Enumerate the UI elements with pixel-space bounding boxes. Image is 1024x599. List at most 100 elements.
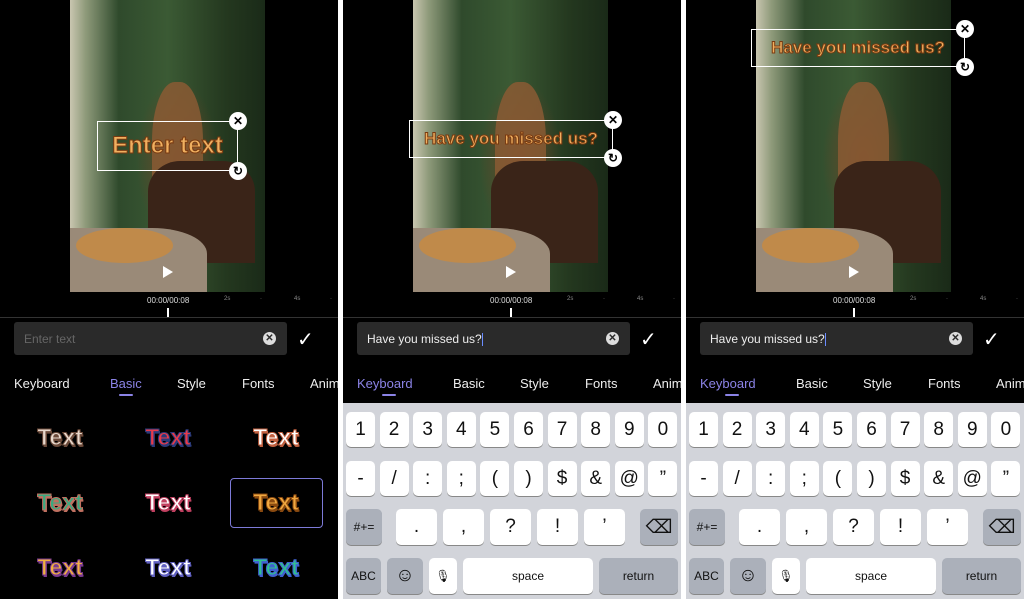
text-style-option[interactable]: Text — [226, 424, 326, 451]
timeline[interactable]: 00:00/00:08 2s · 4s · — [686, 292, 1024, 318]
text-style-option[interactable]: Text — [10, 424, 110, 451]
text-style-option[interactable]: Text — [118, 554, 218, 581]
rotate-icon[interactable]: ↻ — [604, 149, 622, 167]
text-overlay-box[interactable]: Have you missed us? — [409, 120, 613, 158]
text-style-option[interactable]: Text — [226, 554, 326, 581]
delete-key-icon[interactable]: ⌫ — [640, 509, 678, 545]
play-icon[interactable] — [163, 266, 173, 278]
text-style-option[interactable]: Text — [226, 489, 326, 516]
tab-keyboard[interactable]: Keyboard — [14, 376, 70, 391]
microphone-icon[interactable]: 🎙 — [429, 558, 457, 594]
play-icon[interactable] — [506, 266, 516, 278]
key-1[interactable]: 1 — [689, 412, 718, 447]
text-style-option[interactable]: Text — [10, 489, 110, 516]
abc-key[interactable]: ABC — [346, 558, 381, 594]
key-punct[interactable]: . — [739, 509, 780, 545]
clear-icon[interactable]: ✕ — [606, 332, 619, 345]
space-key[interactable]: space — [806, 558, 936, 594]
return-key[interactable]: return — [942, 558, 1021, 594]
key-4[interactable]: 4 — [446, 412, 476, 447]
text-style-option[interactable]: Text — [118, 489, 218, 516]
key-symbol[interactable]: ( — [480, 461, 510, 496]
key-2[interactable]: 2 — [722, 412, 752, 447]
tab-fonts[interactable]: Fonts — [928, 376, 961, 391]
text-overlay-box[interactable]: Have you missed us? — [751, 29, 965, 67]
key-4[interactable]: 4 — [789, 412, 819, 447]
key-0[interactable]: 0 — [991, 412, 1021, 447]
close-icon[interactable]: ✕ — [956, 20, 974, 38]
text-input[interactable]: Enter text — [14, 322, 287, 355]
key-symbol[interactable]: $ — [890, 461, 920, 496]
text-input[interactable]: Have you missed us? — [700, 322, 973, 355]
abc-key[interactable]: ABC — [689, 558, 724, 594]
emoji-icon[interactable]: ☺ — [730, 558, 766, 594]
key-2[interactable]: 2 — [379, 412, 409, 447]
confirm-check-icon[interactable]: ✓ — [297, 327, 314, 352]
tab-style[interactable]: Style — [520, 376, 549, 391]
key-punct[interactable]: ’ — [584, 509, 625, 545]
key-punct[interactable]: ? — [490, 509, 531, 545]
key-5[interactable]: 5 — [480, 412, 510, 447]
tab-basic[interactable]: Basic — [796, 376, 828, 391]
key-8[interactable]: 8 — [924, 412, 954, 447]
key-symbol[interactable]: @ — [957, 461, 987, 496]
confirm-check-icon[interactable]: ✓ — [983, 327, 1000, 352]
key-3[interactable]: 3 — [413, 412, 443, 447]
microphone-icon[interactable]: 🎙 — [772, 558, 800, 594]
delete-key-icon[interactable]: ⌫ — [983, 509, 1021, 545]
key-symbol[interactable]: : — [756, 461, 786, 496]
key-punct[interactable]: . — [396, 509, 437, 545]
key-7[interactable]: 7 — [890, 412, 920, 447]
key-punct[interactable]: , — [786, 509, 827, 545]
key-symbol[interactable]: / — [722, 461, 752, 496]
text-style-option[interactable]: Text — [10, 554, 110, 581]
tab-keyboard[interactable]: Keyboard — [700, 376, 756, 391]
key-symbol[interactable]: & — [581, 461, 611, 496]
key-symbol[interactable]: @ — [614, 461, 644, 496]
text-style-option[interactable]: Text — [118, 424, 218, 451]
text-input[interactable]: Have you missed us? — [357, 322, 630, 355]
timeline[interactable]: 00:00/00:08 2s · 4s · — [343, 292, 681, 318]
key-9[interactable]: 9 — [614, 412, 644, 447]
key-1[interactable]: 1 — [346, 412, 375, 447]
key-punct[interactable]: ’ — [927, 509, 968, 545]
return-key[interactable]: return — [599, 558, 678, 594]
symbols-key[interactable]: #+= — [346, 509, 382, 545]
key-9[interactable]: 9 — [957, 412, 987, 447]
key-symbol[interactable]: ( — [823, 461, 853, 496]
timeline[interactable]: 00:00/00:08 2s · 4s · — [0, 292, 338, 318]
key-punct[interactable]: ? — [833, 509, 874, 545]
rotate-icon[interactable]: ↻ — [229, 162, 247, 180]
key-5[interactable]: 5 — [823, 412, 853, 447]
key-symbol[interactable]: $ — [547, 461, 577, 496]
text-overlay-box[interactable]: Enter text — [97, 121, 238, 171]
clear-icon[interactable]: ✕ — [263, 332, 276, 345]
emoji-icon[interactable]: ☺ — [387, 558, 423, 594]
key-symbol[interactable]: ; — [446, 461, 476, 496]
tab-fonts[interactable]: Fonts — [242, 376, 275, 391]
play-icon[interactable] — [849, 266, 859, 278]
key-symbol[interactable]: ” — [648, 461, 678, 496]
key-8[interactable]: 8 — [581, 412, 611, 447]
tab-fonts[interactable]: Fonts — [585, 376, 618, 391]
tab-keyboard[interactable]: Keyboard — [357, 376, 413, 391]
space-key[interactable]: space — [463, 558, 593, 594]
key-0[interactable]: 0 — [648, 412, 678, 447]
tab-basic[interactable]: Basic — [453, 376, 485, 391]
playhead[interactable] — [853, 308, 855, 317]
close-icon[interactable]: ✕ — [229, 112, 247, 130]
key-symbol[interactable]: ” — [991, 461, 1021, 496]
clear-icon[interactable]: ✕ — [949, 332, 962, 345]
key-6[interactable]: 6 — [514, 412, 543, 447]
key-symbol[interactable]: ; — [789, 461, 819, 496]
key-symbol[interactable]: : — [413, 461, 443, 496]
key-punct[interactable]: ! — [537, 509, 578, 545]
rotate-icon[interactable]: ↻ — [956, 58, 974, 76]
tab-anim[interactable]: Anim — [653, 376, 681, 391]
close-icon[interactable]: ✕ — [604, 111, 622, 129]
tab-style[interactable]: Style — [863, 376, 892, 391]
key-punct[interactable]: ! — [880, 509, 921, 545]
tab-basic[interactable]: Basic — [110, 376, 142, 391]
key-symbol[interactable]: ) — [857, 461, 886, 496]
key-3[interactable]: 3 — [756, 412, 786, 447]
